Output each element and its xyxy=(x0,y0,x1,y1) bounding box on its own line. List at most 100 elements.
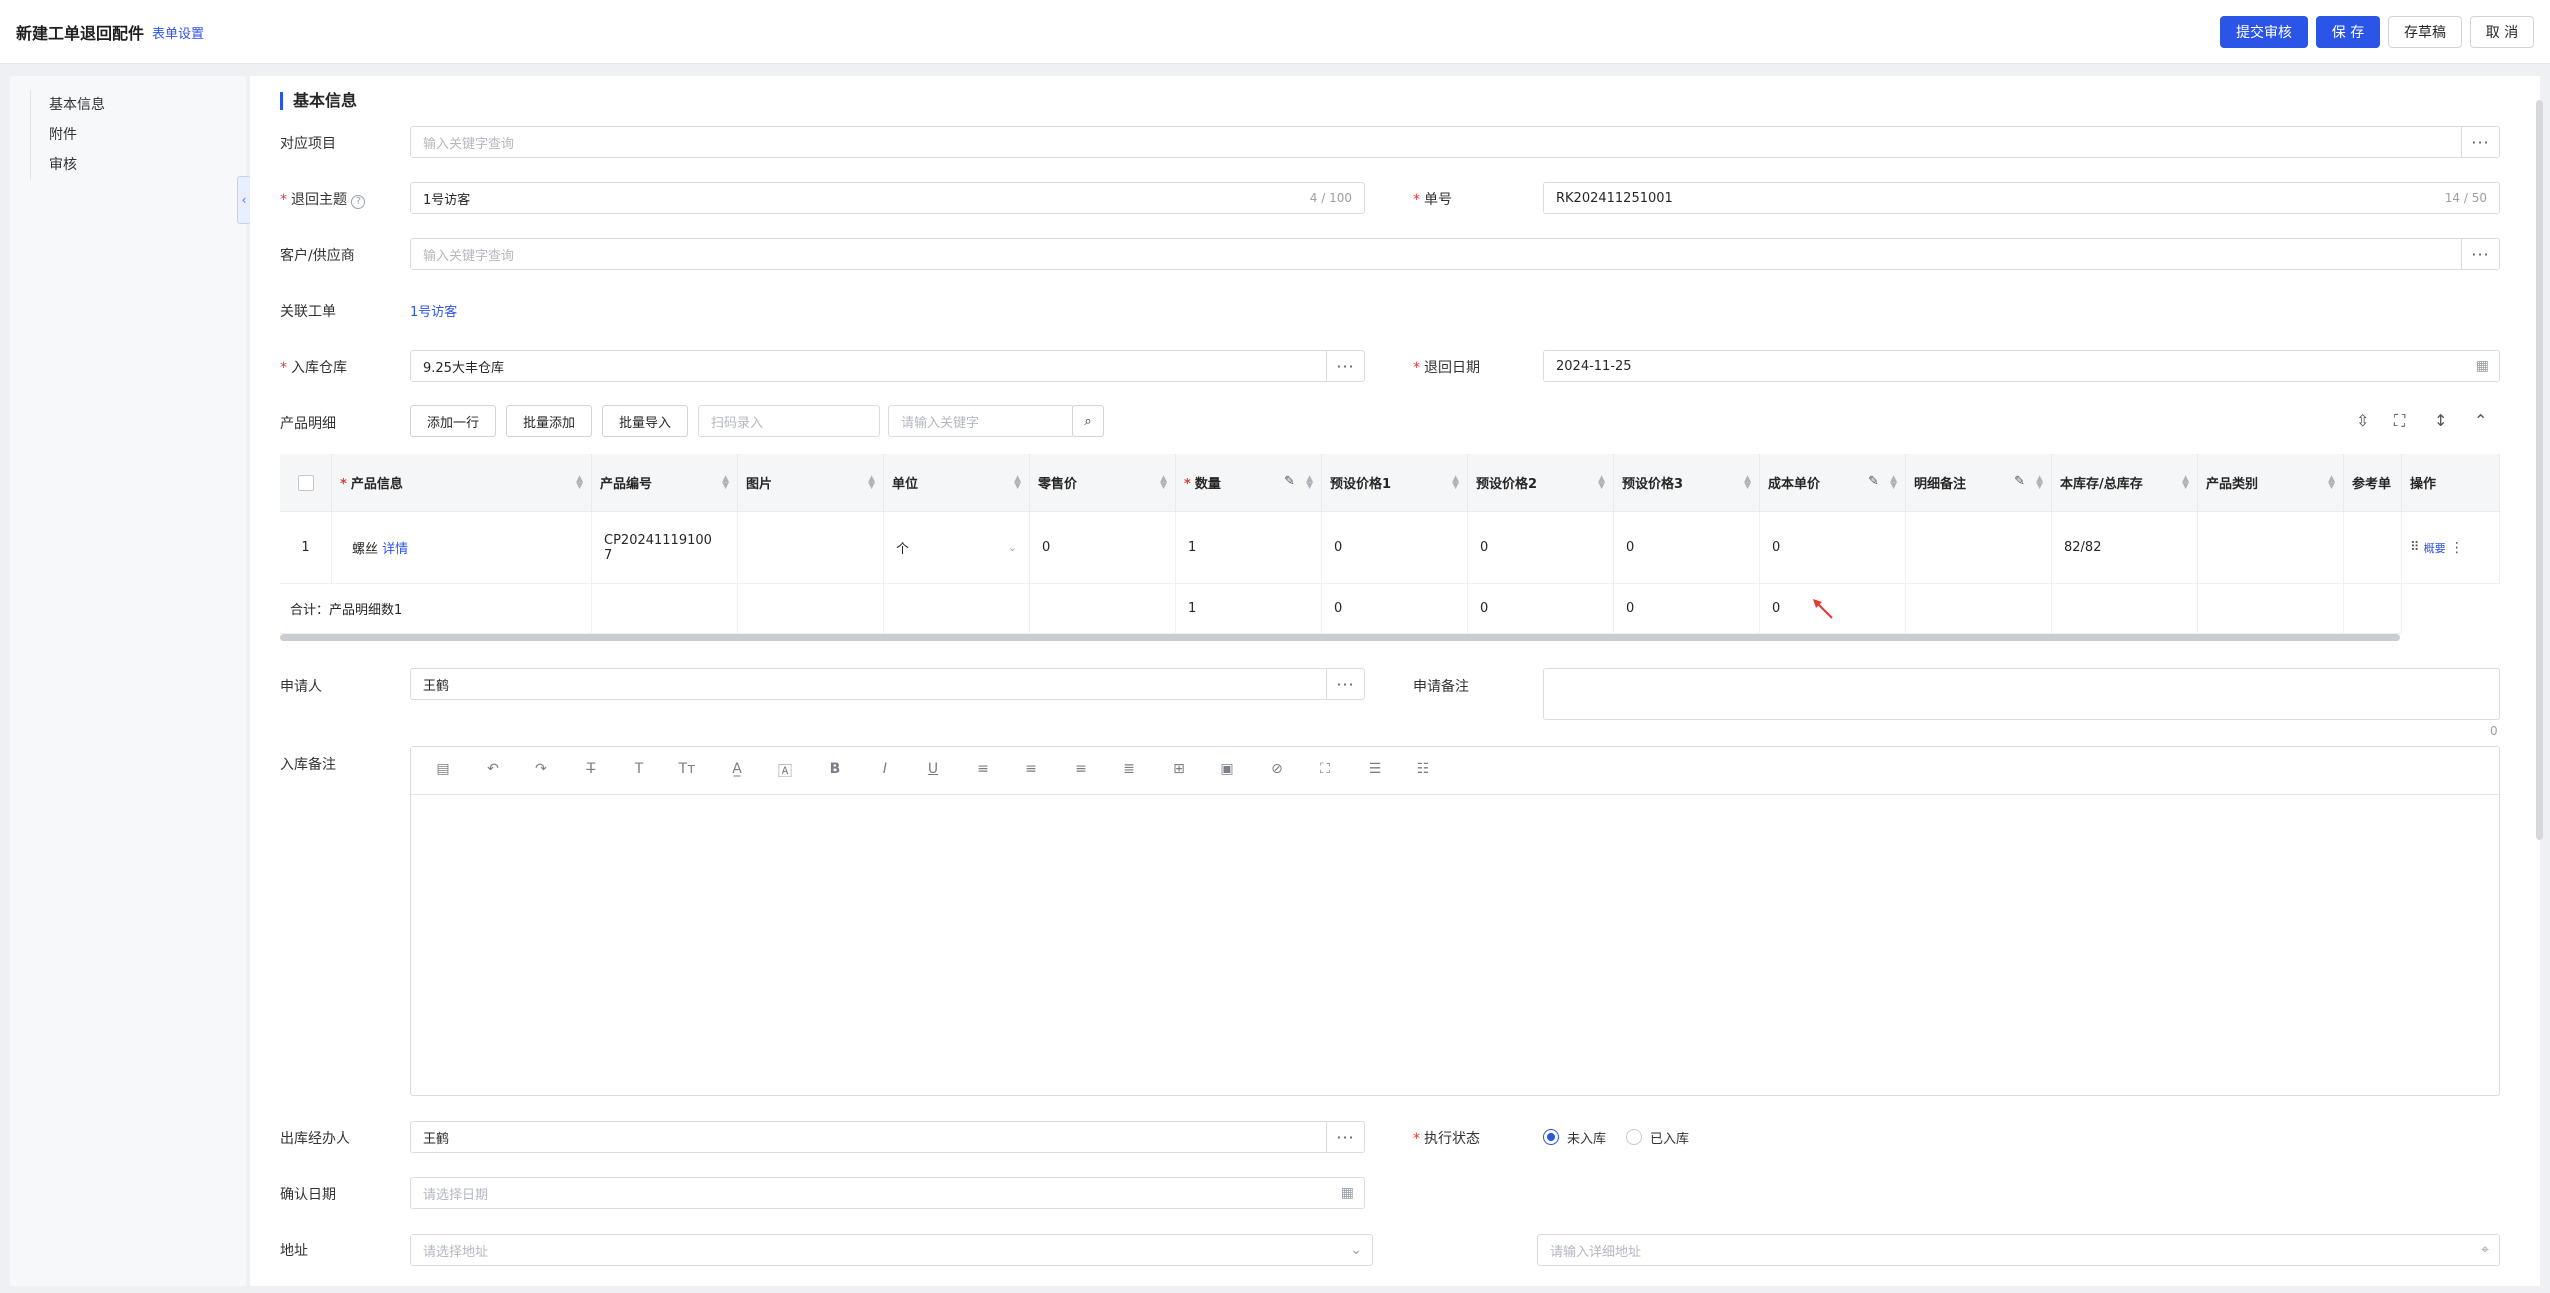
col-label: 预设价格3 xyxy=(1622,477,1684,492)
more-icon[interactable]: ··· xyxy=(2461,238,2499,270)
unordered-list-icon[interactable]: ☷ xyxy=(1413,761,1433,777)
apply-note-textarea[interactable] xyxy=(1543,668,2500,720)
stock-cell: 82/82 xyxy=(2052,512,2198,584)
status-not-stocked-radio[interactable] xyxy=(1543,1129,1559,1145)
justify-icon[interactable]: ≣ xyxy=(1119,761,1139,777)
table-horizontal-scrollbar[interactable] xyxy=(280,634,2400,641)
summary-cell xyxy=(2052,584,2198,634)
nav-item-attachments[interactable]: 附件 xyxy=(49,120,105,150)
nav-item-basic-info[interactable]: 基本信息 xyxy=(49,90,105,120)
status-stocked-radio[interactable] xyxy=(1626,1129,1642,1145)
preset-price-3-cell[interactable]: 0 xyxy=(1614,512,1760,584)
fullscreen-icon[interactable]: ⛶ xyxy=(1315,761,1335,777)
more-icon[interactable]: ··· xyxy=(1326,1121,1364,1153)
font-size-icon[interactable]: Tт xyxy=(677,761,697,777)
applicant-value: 王鹤 xyxy=(423,678,450,694)
col-preset-price-1[interactable]: 预设价格1 ▲ ▼ xyxy=(1322,454,1468,512)
background-color-icon[interactable]: 🄰 xyxy=(775,761,795,781)
col-image[interactable]: 图片 ▲ ▼ xyxy=(738,454,884,512)
more-icon[interactable]: ··· xyxy=(2461,126,2499,158)
drag-handle-icon[interactable]: ⠿ xyxy=(2410,540,2420,555)
product-search-input[interactable]: 请输入关键字 xyxy=(888,405,1074,437)
col-product-code[interactable]: 产品编号 ▲ ▼ xyxy=(592,454,738,512)
scan-input[interactable]: 扫码录入 xyxy=(698,405,880,437)
detail-note-cell[interactable] xyxy=(1906,512,2052,584)
save-draft-button[interactable]: 存草稿 xyxy=(2388,16,2462,48)
batch-import-button[interactable]: 批量导入 xyxy=(602,405,688,437)
return-date-input[interactable]: 2024-11-25 ▦ xyxy=(1543,350,2500,382)
col-stock[interactable]: 本库存/总库存 ▲ ▼ xyxy=(2052,454,2198,512)
align-right-icon[interactable]: ≡ xyxy=(1071,761,1091,777)
font-icon[interactable]: T xyxy=(629,761,649,777)
col-label: 操作 xyxy=(2410,477,2437,492)
align-left-icon[interactable]: ≡ xyxy=(973,761,993,777)
order-no-input[interactable]: RK202411251001 14 / 50 xyxy=(1543,182,2500,214)
col-reference[interactable]: 参考单 xyxy=(2344,454,2402,512)
quantity-cell[interactable]: 1 xyxy=(1176,512,1322,584)
page-vertical-scrollbar[interactable] xyxy=(2536,100,2543,840)
overview-link[interactable]: 概要 xyxy=(2424,540,2446,556)
select-all-checkbox[interactable] xyxy=(297,474,314,491)
image-cell[interactable] xyxy=(738,512,884,584)
submit-review-button[interactable]: 提交审核 xyxy=(2220,16,2308,48)
preset-price-1-cell[interactable]: 0 xyxy=(1322,512,1468,584)
italic-icon[interactable]: I xyxy=(875,761,895,777)
address-select[interactable]: 请选择地址 ⌄ xyxy=(410,1234,1373,1266)
redo-icon[interactable]: ↷ xyxy=(531,761,551,777)
fullscreen-icon[interactable]: ⛶ xyxy=(2394,411,2405,431)
collapse-sidebar-toggle[interactable]: ‹ xyxy=(237,176,251,224)
more-icon[interactable]: ··· xyxy=(1326,350,1364,382)
col-retail-price[interactable]: 零售价 ▲ ▼ xyxy=(1030,454,1176,512)
unit-select[interactable]: 个 ⌄ xyxy=(884,512,1030,584)
col-preset-price-3[interactable]: 预设价格3 ▲ ▼ xyxy=(1614,454,1760,512)
more-icon[interactable]: ··· xyxy=(1326,668,1364,700)
image-icon[interactable]: ▣ xyxy=(1217,761,1237,777)
customer-input[interactable]: 输入关键字查询 ··· xyxy=(410,238,2500,270)
col-category[interactable]: 产品类别 ▲ ▼ xyxy=(2198,454,2344,512)
col-cost-price[interactable]: 成本单价 ✎ ▲ ▼ xyxy=(1760,454,1906,512)
chevron-up-icon[interactable]: ⌃ xyxy=(2474,411,2487,430)
format-painter-icon[interactable]: ▤ xyxy=(433,761,453,777)
subject-input[interactable]: 1号访客 4 / 100 xyxy=(410,182,1365,214)
row-height-icon[interactable]: ⇳ xyxy=(2356,411,2369,430)
table-icon[interactable]: ⊞ xyxy=(1169,761,1189,777)
status-not-stocked-label[interactable]: 未入库 xyxy=(1567,1128,1606,1147)
align-center-icon[interactable]: ≡ xyxy=(1021,761,1041,777)
applicant-input[interactable]: 王鹤 ··· xyxy=(410,668,1365,700)
preset-price-2-cell[interactable]: 0 xyxy=(1468,512,1614,584)
underline-icon[interactable]: U xyxy=(923,761,943,777)
confirm-date-input[interactable]: 请选择日期 ▦ xyxy=(410,1177,1365,1209)
nav-item-review[interactable]: 审核 xyxy=(49,150,105,180)
cancel-button[interactable]: 取 消 xyxy=(2470,16,2534,48)
handler-input[interactable]: 王鹤 ··· xyxy=(410,1121,1365,1153)
product-detail-link[interactable]: 详情 xyxy=(382,538,408,557)
col-unit[interactable]: 单位 ▲ ▼ xyxy=(884,454,1030,512)
related-ticket-link[interactable]: 1号访客 xyxy=(410,301,457,320)
rich-text-editor[interactable]: ▤ ↶ ↷ T̶ T Tт A̲ 🄰 B I U ≡ ≡ ≡ ≣ ⊞ ▣ ⊘ ⛶… xyxy=(410,746,2500,1096)
address-detail-input[interactable]: 请输入详细地址 ⌖ xyxy=(1537,1234,2500,1266)
col-quantity[interactable]: 数量✎▲▼ xyxy=(1176,454,1322,512)
col-preset-price-2[interactable]: 预设价格2 ▲ ▼ xyxy=(1468,454,1614,512)
more-vertical-icon[interactable]: ⋮ xyxy=(2450,540,2464,556)
expand-vertical-icon[interactable]: ↕ xyxy=(2434,411,2447,430)
retail-price-cell[interactable]: 0 xyxy=(1030,512,1176,584)
batch-add-button[interactable]: 批量添加 xyxy=(506,405,592,437)
col-detail-note[interactable]: 明细备注 ✎ ▲ ▼ xyxy=(1906,454,2052,512)
warehouse-input[interactable]: 9.25大丰仓库 ··· xyxy=(410,350,1365,382)
col-product-info[interactable]: 产品信息▲▼ xyxy=(332,454,592,512)
bold-icon[interactable]: B xyxy=(825,761,845,777)
search-button[interactable]: ⌕ xyxy=(1072,405,1104,437)
project-input[interactable]: 输入关键字查询 ··· xyxy=(410,126,2500,158)
form-settings-link[interactable]: 表单设置 xyxy=(152,23,204,42)
ordered-list-icon[interactable]: ☰ xyxy=(1365,761,1385,777)
summary-preset-price-2: 0 xyxy=(1468,584,1614,634)
order-no-label: 单号 xyxy=(1413,189,1452,209)
status-stocked-label[interactable]: 已入库 xyxy=(1650,1128,1689,1147)
save-button[interactable]: 保 存 xyxy=(2316,16,2380,48)
undo-icon[interactable]: ↶ xyxy=(483,761,503,777)
cost-price-cell[interactable]: 0 xyxy=(1760,512,1906,584)
add-row-button[interactable]: 添加一行 xyxy=(410,405,496,437)
attachment-icon[interactable]: ⊘ xyxy=(1267,761,1287,777)
font-color-icon[interactable]: A̲ xyxy=(727,761,747,777)
strikethrough-icon[interactable]: T̶ xyxy=(581,761,601,777)
